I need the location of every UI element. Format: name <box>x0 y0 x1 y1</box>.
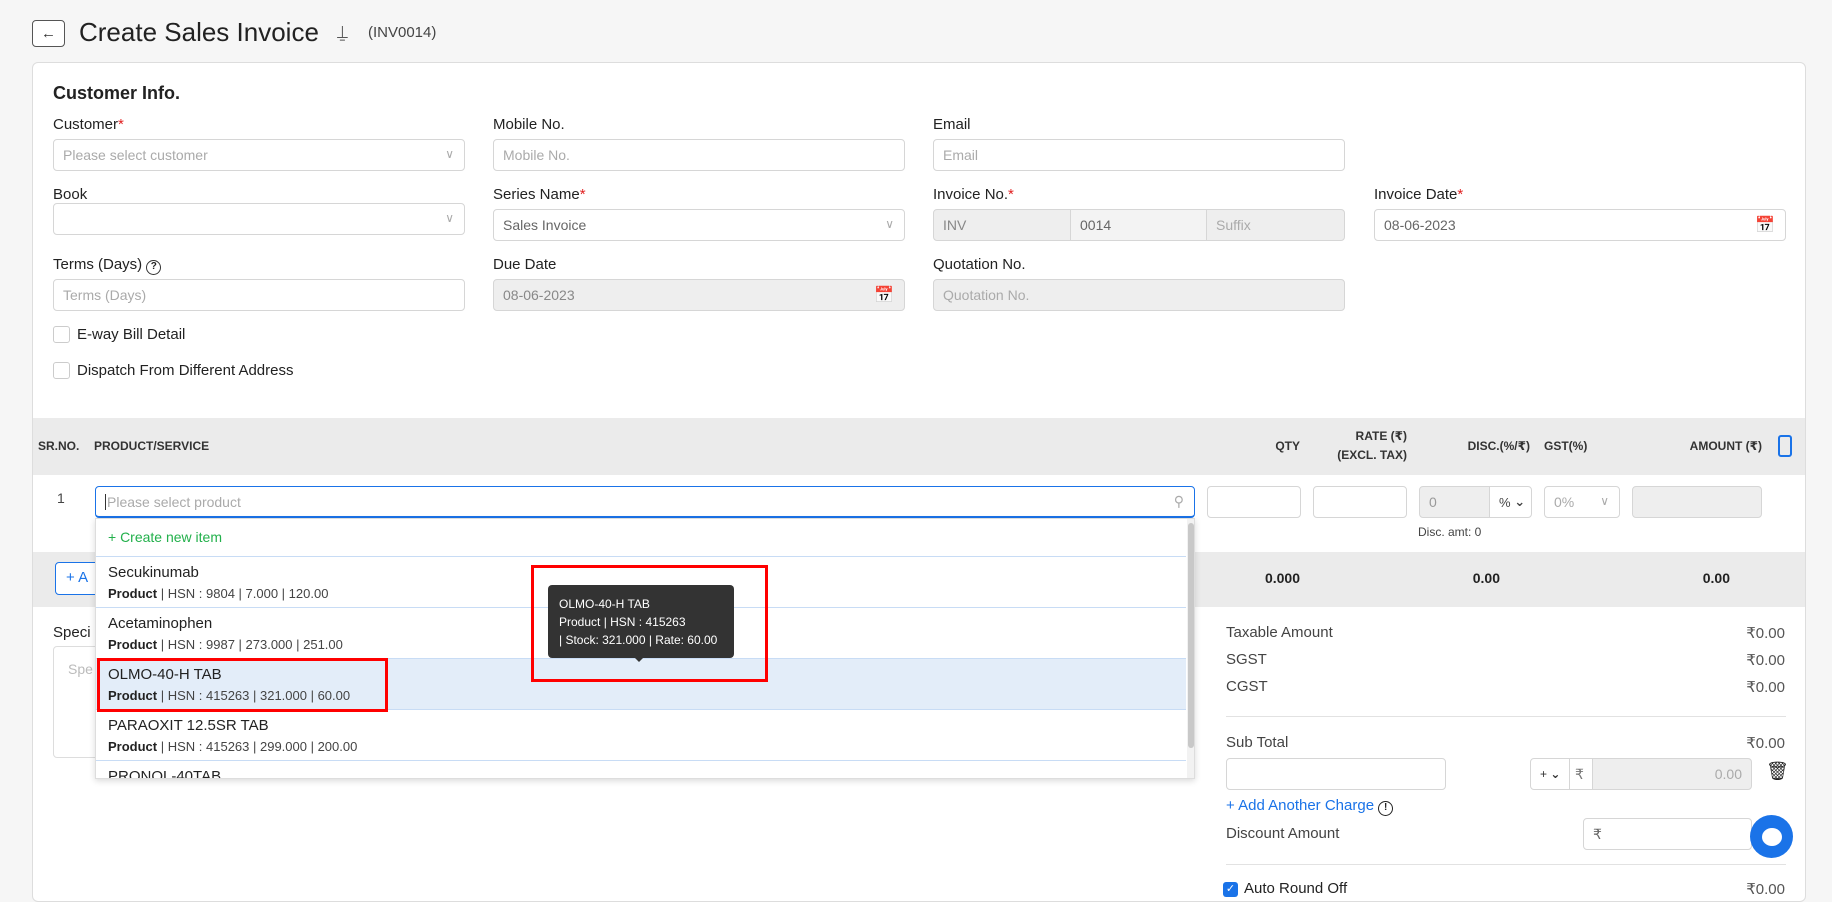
section-title: Customer Info. <box>53 83 181 103</box>
invoice-code: (INV0014) <box>368 24 437 41</box>
charge-sign-select[interactable]: + ⌄ <box>1530 758 1570 790</box>
quotation-input: Quotation No. <box>933 279 1345 311</box>
taxable-value: ₹0.00 <box>1746 625 1785 642</box>
pin-icon[interactable]: ⍊ <box>337 22 348 43</box>
chevron-down-icon: ∨ <box>445 147 454 161</box>
chevron-down-icon: ∨ <box>885 217 894 231</box>
round-off-value: ₹0.00 <box>1746 881 1785 898</box>
search-icon: ⚲ <box>1173 493 1184 509</box>
back-button[interactable]: ← <box>32 20 65 47</box>
th-disc: DISC.(%/₹) <box>1467 439 1530 453</box>
invoice-no-label: Invoice No.* <box>933 186 1014 203</box>
round-off-label: Auto Round Off <box>1244 880 1348 897</box>
book-select[interactable]: ∨ <box>53 203 465 235</box>
round-off-checkbox[interactable]: ✓ <box>1223 882 1238 897</box>
terms-input[interactable]: Terms (Days) <box>53 279 465 311</box>
chat-icon <box>1761 827 1782 846</box>
disc-type-select[interactable]: % ⌄ <box>1489 486 1532 518</box>
divider <box>1226 864 1786 865</box>
invoice-suffix: Suffix <box>1206 209 1345 241</box>
charge-name-input[interactable] <box>1226 758 1446 790</box>
discount-input[interactable]: ₹ <box>1583 818 1752 850</box>
gst-select[interactable]: 0% ∨ <box>1544 486 1620 518</box>
help-icon[interactable]: ? <box>146 260 162 275</box>
cgst-label: CGST <box>1226 678 1268 695</box>
charge-amount-input[interactable]: 0.00 <box>1592 758 1752 790</box>
chevron-down-icon: ∨ <box>445 211 454 225</box>
product-search-input[interactable]: Please select product ⚲ <box>95 486 1195 518</box>
special-notes-label: Speci <box>53 624 91 641</box>
th-rate-sub: (EXCL. TAX) <box>1337 448 1407 462</box>
list-item[interactable]: PARAOXIT 12.5SR TAB Product | HSN : 41526… <box>96 709 1186 760</box>
email-input[interactable]: Email <box>933 139 1345 171</box>
th-product: PRODUCT/SERVICE <box>94 439 210 453</box>
subtotal-value: ₹0.00 <box>1746 735 1785 752</box>
eway-checkbox[interactable] <box>53 326 70 343</box>
cgst-value: ₹0.00 <box>1746 679 1785 696</box>
amount-field <box>1632 486 1762 518</box>
total-amount: 0.00 <box>1702 570 1730 586</box>
row-sr: 1 <box>57 490 65 506</box>
disc-amount: Disc. amt: 0 <box>1418 525 1482 539</box>
discount-label: Discount Amount <box>1226 825 1340 842</box>
invoice-date-input[interactable]: 08-06-2023 📅 <box>1374 209 1786 241</box>
rate-input[interactable] <box>1313 486 1407 518</box>
dispatch-label: Dispatch From Different Address <box>77 362 294 379</box>
eway-label: E-way Bill Detail <box>77 326 186 343</box>
series-select[interactable]: Sales Invoice ∨ <box>493 209 905 241</box>
invoice-number-input[interactable]: 0014 <box>1070 209 1207 241</box>
customer-label: Customer* <box>53 116 124 133</box>
email-label: Email <box>933 116 971 133</box>
highlight-box <box>97 658 388 712</box>
qty-input[interactable] <box>1207 486 1301 518</box>
add-charge-link[interactable]: + Add Another Charge ! <box>1226 797 1394 816</box>
dropdown-scrollbar[interactable] <box>1187 519 1194 778</box>
list-item[interactable]: PRONOL-40TAB <box>96 760 1186 778</box>
th-sr: SR.NO. <box>38 439 80 453</box>
chevron-down-icon: ∨ <box>1600 494 1609 508</box>
invoice-prefix: INV <box>933 209 1071 241</box>
info-icon: ! <box>1378 801 1394 816</box>
calendar-icon[interactable]: 📅 <box>1755 215 1775 235</box>
create-new-item[interactable]: + Create new item <box>108 529 222 545</box>
highlight-box <box>531 565 768 682</box>
th-qty: QTY <box>1275 439 1300 453</box>
book-label: Book <box>53 186 88 203</box>
sgst-label: SGST <box>1226 651 1267 668</box>
mobile-label: Mobile No. <box>493 116 565 133</box>
taxable-label: Taxable Amount <box>1226 624 1333 641</box>
trash-icon[interactable]: 🗑 <box>1766 761 1789 782</box>
mobile-input[interactable]: Mobile No. <box>493 139 905 171</box>
charge-currency: ₹ <box>1569 758 1593 790</box>
chat-button[interactable] <box>1750 815 1793 858</box>
table-header <box>33 418 1805 475</box>
dispatch-checkbox[interactable] <box>53 362 70 379</box>
invoice-date-label: Invoice Date* <box>1374 186 1464 203</box>
series-label: Series Name* <box>493 186 586 203</box>
arrow-left-icon: ← <box>41 25 56 42</box>
page-title: Create Sales Invoice <box>79 17 319 47</box>
disc-input[interactable]: 0 <box>1419 486 1490 518</box>
th-gst: GST(%) <box>1544 439 1588 453</box>
sgst-value: ₹0.00 <box>1746 652 1785 669</box>
due-date-input[interactable]: 08-06-2023 📅 <box>493 279 905 311</box>
terms-label: Terms (Days) ? <box>53 256 162 275</box>
total-disc: 0.00 <box>1472 570 1500 586</box>
column-settings-icon[interactable] <box>1778 435 1792 457</box>
th-rate: RATE (₹) <box>1355 429 1407 443</box>
calendar-icon[interactable]: 📅 <box>874 285 894 305</box>
total-qty: 0.000 <box>1264 570 1300 586</box>
quotation-label: Quotation No. <box>933 256 1026 273</box>
customer-select[interactable]: Please select customer ∨ <box>53 139 465 171</box>
subtotal-label: Sub Total <box>1226 734 1289 751</box>
th-amount: AMOUNT (₹) <box>1689 439 1762 453</box>
due-date-label: Due Date <box>493 256 557 273</box>
divider <box>1226 716 1786 717</box>
